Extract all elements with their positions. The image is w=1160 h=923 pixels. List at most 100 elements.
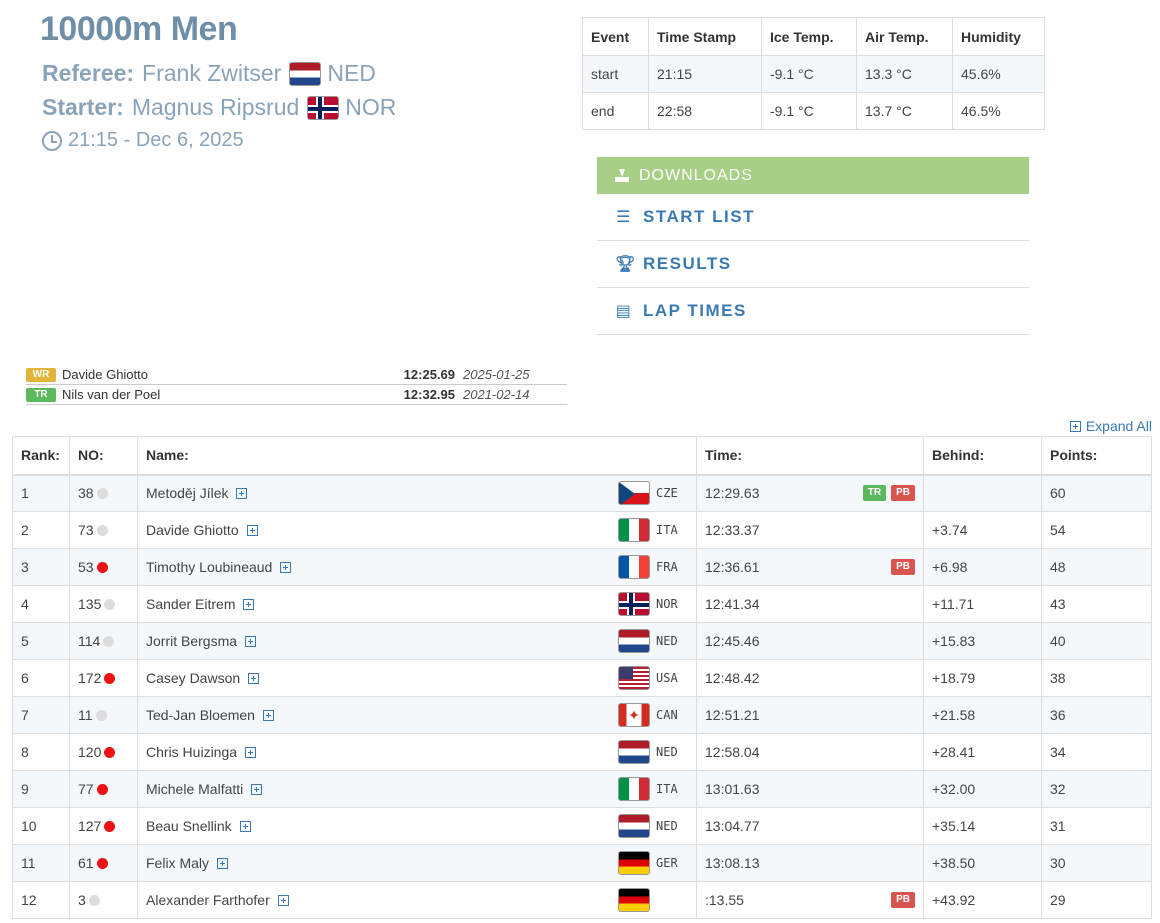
behind-cell: +11.71 [923,585,1042,623]
expand-all-label: Expand All [1085,418,1152,434]
usa-flag-icon [618,666,650,690]
conditions-header: Air Temp. [856,17,953,56]
points-cell: 29 [1041,881,1152,919]
nationality-code: NED [656,819,678,833]
page-title: 10000m Men [40,10,238,48]
expand-all-button[interactable]: Expand All [1069,418,1152,434]
expand-row-icon[interactable] [239,820,251,832]
skater-name[interactable]: Ted-Jan Bloemen [146,707,255,723]
time-cell: :13.55 PB [696,881,924,919]
skater-name[interactable]: Beau Snellink [146,818,232,834]
expand-row-icon[interactable] [236,487,248,499]
rank-cell: 12 [12,881,70,919]
name-cell: Jorrit Bergsma NED [137,622,697,660]
nationality-code: NOR [656,597,678,611]
nationality-code: GER [656,856,678,870]
skater-name[interactable]: Timothy Loubineaud [146,559,272,575]
name-cell: Chris Huizinga NED [137,733,697,771]
record-time: 12:25.69 [403,367,455,382]
download-icon [615,169,629,182]
grey-dot-icon [96,488,108,500]
conditions-cell: end [582,92,649,130]
start-number: 3 [78,892,86,908]
skater-name[interactable]: Felix Maly [146,855,209,871]
rank-cell: 4 [12,585,70,623]
expand-row-icon[interactable] [217,857,229,869]
expand-row-icon[interactable] [243,598,255,610]
skater-name[interactable]: Davide Ghiotto [146,522,239,538]
document-icon: ▤ [615,303,633,320]
skater-name[interactable]: Sander Eitrem [146,596,235,612]
number-cell: 61 [69,844,138,882]
skater-name[interactable]: Chris Huizinga [146,744,237,760]
time-cell: 13:08.13 [696,844,924,882]
table-row: 12 3 Alexander Farthofer :13.55 PB +43.92 29 [12,881,1152,919]
start-list-label: START LIST [643,207,755,226]
start-number: 135 [78,596,102,612]
skater-name[interactable]: Jorrit Bergsma [146,633,237,649]
name-cell: Beau Snellink NED [137,807,697,845]
results-header: NO: [69,436,138,476]
time-cell: 12:41.34 [696,585,924,623]
italy-flag-icon [618,777,650,801]
canada-flag-icon [618,703,650,727]
expand-row-icon[interactable] [262,709,274,721]
number-cell: 127 [69,807,138,845]
rank-cell: 5 [12,622,70,660]
expand-row-icon[interactable] [248,672,260,684]
race-time: 12:41.34 [705,596,760,612]
number-cell: 53 [69,548,138,586]
germany-flag-icon [618,851,650,875]
time-cell: 12:48.42 [696,659,924,697]
lap-times-link[interactable]: ▤ LAP TIMES [597,288,1029,335]
expand-row-icon[interactable] [245,746,257,758]
skater-name[interactable]: Metoděj Jílek [146,485,228,501]
red-dot-icon [104,821,116,832]
record-date: 2025-01-25 [463,367,530,382]
points-cell: 48 [1041,548,1152,586]
results-header: Points: [1041,436,1152,476]
start-list-link[interactable]: ☰ START LIST [597,194,1029,241]
time-cell: 12:45.46 [696,622,924,660]
expand-row-icon[interactable] [245,635,257,647]
rank-cell: 1 [12,474,70,512]
points-cell: 30 [1041,844,1152,882]
results-header: Name: [137,436,697,476]
conditions-row: start 21:15 -9.1 °C 13.3 °C 45.6% [582,55,1045,93]
skater-name[interactable]: Michele Malfatti [146,781,243,797]
race-time: 12:33.37 [705,522,760,538]
red-dot-icon [96,858,108,869]
expand-row-icon[interactable] [251,783,263,795]
conditions-header: Ice Temp. [761,17,857,56]
expand-row-icon[interactable] [277,894,289,906]
table-row: 4 135 Sander Eitrem NOR 12:41.34 +11.71 43 [12,585,1152,623]
rank-cell: 10 [12,807,70,845]
results-link[interactable]: 🏆︎ RESULTS [597,241,1029,288]
behind-cell: +3.74 [923,511,1042,549]
behind-cell: +43.92 [923,881,1042,919]
results-table: Rank: NO: Name: Time: Behind: Points: 13… [12,436,1152,919]
skater-name[interactable]: Casey Dawson [146,670,240,686]
table-row: 5 114 Jorrit Bergsma NED 12:45.46 +15.83 40 [12,622,1152,660]
time-cell: 13:01.63 [696,770,924,808]
table-row: 7 11 Ted-Jan Bloemen CAN 12:51.21 +21.5836 [12,696,1152,734]
points-cell: 43 [1041,585,1152,623]
conditions-header: Time Stamp [648,17,762,56]
nationality-code: NED [656,745,678,759]
netherlands-flag-icon [618,814,650,838]
name-cell: Felix Maly GER [137,844,697,882]
behind-cell: +21.58 [923,696,1042,734]
expand-row-icon[interactable] [280,561,292,573]
expand-row-icon[interactable] [246,524,258,536]
behind-cell: +6.98 [923,548,1042,586]
record-holder: Davide Ghiotto [62,367,148,382]
downloads-panel: DOWNLOADS ☰ START LIST 🏆︎ RESULTS ▤ LAP … [597,157,1029,335]
points-cell: 54 [1041,511,1152,549]
race-time: 12:48.42 [705,670,760,686]
rank-cell: 6 [12,659,70,697]
skater-name[interactable]: Alexander Farthofer [146,892,270,908]
table-row: 10 127 Beau Snellink NED 13:04.77 +35.14 31 [12,807,1152,845]
start-number: 114 [78,633,101,649]
conditions-cell: 13.7 °C [856,92,953,130]
nationality-code: USA [656,671,678,685]
